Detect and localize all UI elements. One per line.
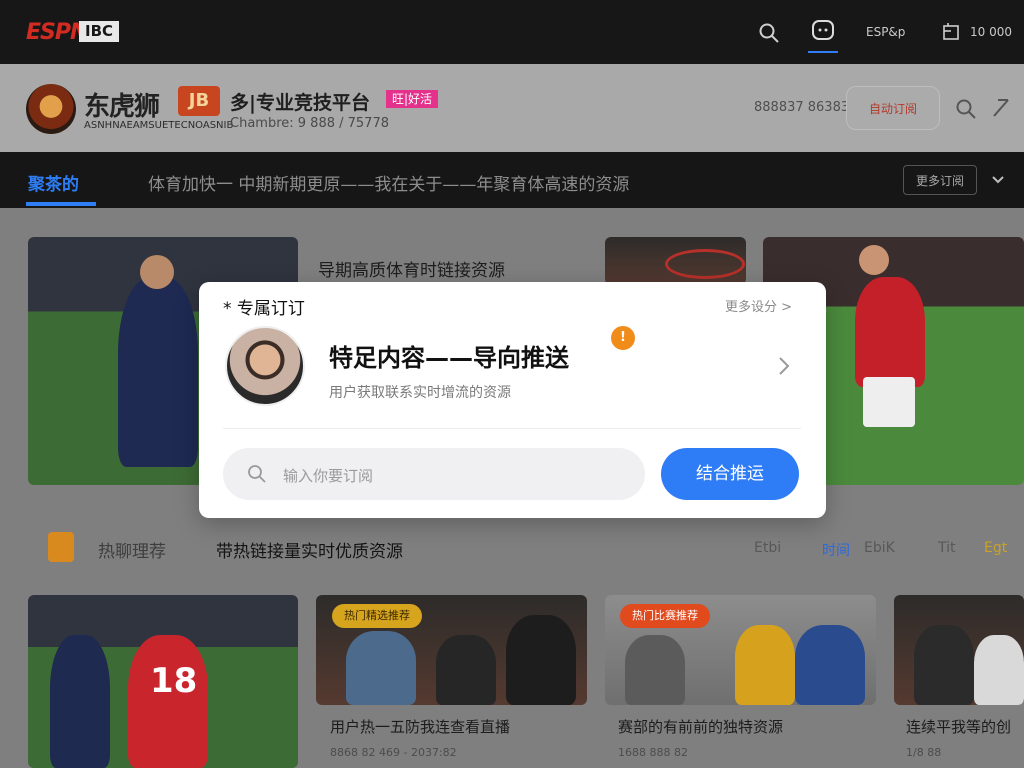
brand-tag: 旺|好活 bbox=[386, 90, 439, 108]
thumb-chip: 热门精选推荐 bbox=[332, 604, 422, 628]
chat-active-indicator bbox=[808, 51, 838, 53]
share-icon[interactable] bbox=[990, 98, 1010, 118]
search-icon bbox=[248, 465, 266, 483]
brand-avatar[interactable] bbox=[26, 84, 76, 134]
thumb-meta: 8868 82 469 - 2037:82 bbox=[330, 746, 457, 759]
info-dot-icon: ! bbox=[611, 326, 635, 350]
thumb-image[interactable] bbox=[894, 595, 1024, 705]
thumb-meta: 1688 888 82 bbox=[618, 746, 688, 759]
popup-description: 用户获取联系实时增流的资源 bbox=[329, 385, 511, 401]
ibc-logo[interactable]: IBC bbox=[79, 21, 120, 42]
filter-option[interactable]: Tit bbox=[938, 540, 956, 556]
section-title: 带热链接量实时优质资源 bbox=[216, 542, 403, 562]
section-label[interactable]: 热聊理荐 bbox=[98, 537, 166, 562]
popup-more-link[interactable]: 更多设分 > bbox=[725, 296, 792, 315]
popup-headline[interactable]: 特足内容——导向推送 bbox=[329, 338, 569, 373]
brand-number: 888837 86383 bbox=[754, 100, 850, 115]
filter-option[interactable]: Egt bbox=[984, 540, 1007, 556]
confirm-push-button[interactable]: 结合推运 bbox=[661, 448, 799, 500]
brand-header: 东虎狮 JB ASNHNAEAMSUETECNOASNIB 多|专业竞技平台 旺… bbox=[0, 64, 1024, 152]
brand-name: 东虎狮 bbox=[84, 92, 160, 122]
brand-slogan: 多|专业竞技平台 bbox=[230, 92, 370, 114]
search-icon[interactable] bbox=[758, 22, 780, 44]
filter-option[interactable]: 时间 bbox=[822, 540, 850, 560]
news-ticker[interactable]: 体育加快一 中期新期更原——我在关于——年聚育体高速的资源 bbox=[148, 170, 629, 195]
more-subscriptions-button[interactable]: 更多订阅 bbox=[903, 165, 977, 195]
featured-title[interactable]: 导期高质体育时链接资源 bbox=[318, 256, 505, 281]
divider bbox=[223, 428, 801, 429]
thumb-title[interactable]: 用户热一五防我连查看直播 bbox=[330, 716, 510, 737]
top-bar: ESPN IBC ESP&p 10 000 bbox=[0, 0, 1024, 64]
tab-active-indicator bbox=[26, 202, 96, 206]
follow-button[interactable]: 自动订阅 bbox=[846, 86, 940, 130]
thumb-image[interactable] bbox=[605, 237, 746, 285]
popup-title: * 专属订订 bbox=[223, 299, 305, 319]
cart-count: 10 000 bbox=[970, 25, 1012, 39]
avatar[interactable] bbox=[225, 326, 305, 406]
bag-icon[interactable] bbox=[942, 22, 960, 40]
brand-subtitle: ASNHNAEAMSUETECNOASNIB bbox=[84, 120, 234, 131]
thumb-title[interactable]: 赛部的有前前的独特资源 bbox=[618, 716, 783, 737]
chevron-right-icon[interactable] bbox=[775, 354, 793, 378]
hot-recommend-icon bbox=[48, 532, 74, 562]
brand-stats: Chambre: 9 888 / 75778 bbox=[230, 116, 389, 131]
thumb-image[interactable]: 18 bbox=[28, 595, 298, 768]
thumb-chip: 热门比赛推荐 bbox=[620, 604, 710, 628]
brand-badge: JB bbox=[178, 86, 220, 116]
thumb-meta: 1/8 88 bbox=[906, 746, 942, 759]
chevron-down-icon[interactable] bbox=[990, 172, 1006, 188]
filter-option[interactable]: EbiK bbox=[864, 540, 895, 556]
search-icon[interactable] bbox=[955, 98, 977, 120]
thumb-title[interactable]: 连续平我等的创 bbox=[906, 716, 1011, 737]
filter-option[interactable]: Etbi bbox=[754, 540, 781, 556]
search-placeholder: 输入你要订阅 bbox=[283, 467, 374, 485]
user-label[interactable]: ESP&p bbox=[866, 25, 905, 39]
tab-active[interactable]: 聚茶的 bbox=[28, 170, 79, 195]
nav-bar: 聚茶的 体育加快一 中期新期更原——我在关于——年聚育体高速的资源 更多订阅 bbox=[0, 152, 1024, 208]
subscription-popup: * 专属订订 更多设分 > 特足内容——导向推送 ! 用户获取联系实时增流的资源… bbox=[199, 282, 826, 518]
chat-icon[interactable] bbox=[810, 18, 836, 44]
